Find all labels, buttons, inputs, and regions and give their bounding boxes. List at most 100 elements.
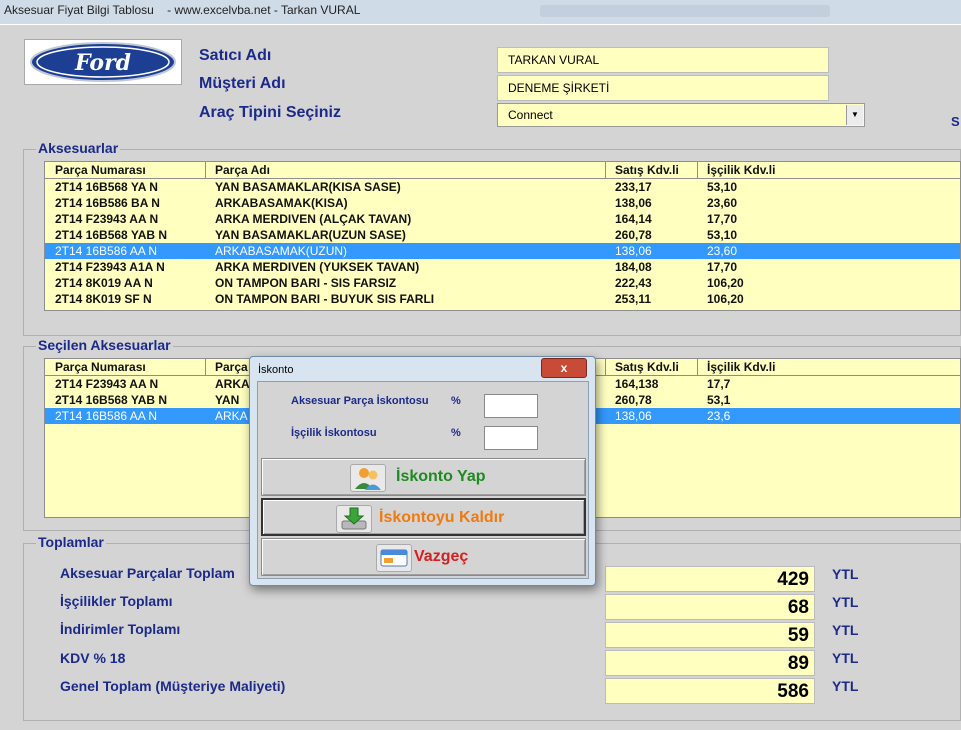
list-row[interactable]: 2T14 16B586 AA N ARKABASAMAK(UZUN) 138,06 2… [45,243,960,259]
list-cell: 53,10 [707,228,738,242]
satici-label: Satıcı Adı [199,47,272,64]
titlebar-blurred-area [540,5,830,17]
column-header: Satış Kdv.li [615,163,679,177]
total-label: KDV % 18 [60,650,126,666]
total-value: 68 [605,594,815,620]
list-cell: 2T14 16B568 YAB N [55,393,168,407]
total-unit: YTL [832,678,859,694]
logo-text: Ford [74,50,131,76]
list-cell: 17,70 [707,260,738,274]
iskontoyu-kaldir-label: İskontoyu Kaldır [379,509,505,526]
list-cell: YAN [215,393,240,407]
list-cell: 17,70 [707,212,738,226]
side-mark: S [951,114,960,129]
list-cell: 2T14 F23943 A1A N [55,260,165,274]
vazgec-label: Vazgeç [414,548,469,565]
column-header: Parça Numarası [55,360,146,374]
total-label: Genel Toplam (Müşteriye Maliyeti) [60,678,286,694]
arac-label: Araç Tipini Seçiniz [199,104,341,121]
list-row[interactable]: 2T14 F23943 A1A N ARKA MERDIVEN (YUKSEK T… [45,259,960,275]
list-cell: 222,43 [615,276,652,290]
list-cell: 23,60 [707,196,738,210]
dialog-title: İskonto [258,364,294,376]
column-separator [697,162,698,178]
arac-selected-value: Connect [508,108,553,122]
list-cell: ON TAMPON BARI - BUYUK SIS FARLI [215,292,435,306]
total-value: 59 [605,622,815,648]
column-header: İşçilik Kdv.li [707,163,776,177]
list-cell: ARKA MERDIVEN (YUKSEK TAVAN) [215,260,420,274]
parca-iskonto-input[interactable] [484,394,538,418]
list-cell: 138,06 [615,196,652,210]
list-cell: YAN BASAMAKLAR(UZUN SASE) [215,228,406,242]
list-row[interactable]: 2T14 16B568 YAB N YAN BASAMAKLAR(UZUN SAS… [45,227,960,243]
column-separator [205,359,206,375]
column-header: Parça [215,360,248,374]
users-icon [350,464,386,492]
list-row[interactable]: 2T14 8K019 SF N ON TAMPON BARI - BUYUK SI… [45,291,960,307]
list-row[interactable]: 2T14 16B568 YA N YAN BASAMAKLAR(KISA SASE… [45,179,960,195]
list-cell: 2T14 16B568 YA N [55,180,158,194]
aksesuarlar-caption: Aksesuarlar [36,140,121,156]
arac-combobox[interactable]: Connect ▼ [497,103,865,127]
total-label: İndirimler Toplamı [60,621,181,637]
list-cell: YAN BASAMAKLAR(KISA SASE) [215,180,401,194]
list-cell: 2T14 8K019 SF N [55,292,152,306]
total-unit: YTL [832,594,859,610]
list-cell: ARKABASAMAK(KISA) [215,196,348,210]
iskontoyu-kaldir-button[interactable]: İskontoyu Kaldır [261,498,586,536]
list-cell: 164,14 [615,212,652,226]
list-cell: 53,10 [707,180,738,194]
iscilik-iskonto-input[interactable] [484,426,538,450]
column-separator [205,162,206,178]
vazgec-button[interactable]: Vazgeç [261,538,586,576]
column-header: Parça Adı [215,163,270,177]
column-header: İşçilik Kdv.li [707,360,776,374]
close-button[interactable]: x [541,358,587,378]
list-cell: 53,1 [707,393,731,407]
list-cell: 184,08 [615,260,652,274]
iskonto-dialog: İskonto x Aksesuar Parça İskontosu % İşç… [249,356,596,586]
aksesuarlar-listbox[interactable]: Parça Numarası Parça Adı Satış Kdv.li İşçil… [44,161,961,311]
column-header: Parça Numarası [55,163,146,177]
parca-iskonto-label: Aksesuar Parça İskontosu [291,395,429,407]
list-cell: 260,78 [615,393,652,407]
ford-logo: Ford [24,39,182,85]
column-separator [605,359,606,375]
satici-input[interactable]: TARKAN VURAL [497,47,829,73]
list-row[interactable]: 2T14 16B586 BA N ARKABASAMAK(KISA) 138,06 2… [45,195,960,211]
list-cell: 2T14 16B568 YAB N [55,228,168,242]
total-value: 89 [605,650,815,676]
percent-label: % [451,395,461,407]
window-title: Aksesuar Fiyat Bilgi Tablosu - www.excel… [4,3,361,17]
toplamlar-caption: Toplamlar [36,534,106,550]
secilen-caption: Seçilen Aksesuarlar [36,337,173,353]
musteri-input[interactable]: DENEME ŞİRKETİ [497,75,829,101]
list-cell: 23,6 [707,409,731,423]
list-cell: 138,06 [615,244,652,258]
column-separator [605,162,606,178]
list-cell: 2T14 F23943 AA N [55,377,159,391]
list-cell: 17,7 [707,377,731,391]
column-separator [697,359,698,375]
list-row[interactable]: 2T14 F23943 AA N ARKA MERDIVEN (ALÇAK TAV… [45,211,960,227]
list-cell: 138,06 [615,409,652,423]
list-cell: 106,20 [707,292,744,306]
list-cell: 164,138 [615,377,659,391]
total-label: Aksesuar Parçalar Toplam [60,565,235,581]
list-cell: ARKABASAMAK(UZUN) [215,244,348,258]
list-cell: 2T14 16B586 AA N [55,244,158,258]
total-unit: YTL [832,650,859,666]
percent-label: % [451,427,461,439]
list-cell: 260,78 [615,228,652,242]
list-cell: 106,20 [707,276,744,290]
card-icon [376,544,412,572]
list-row[interactable]: 2T14 8K019 AA N ON TAMPON BARI - SIS FARS… [45,275,960,291]
iskonto-yap-button[interactable]: İskonto Yap [261,458,586,496]
total-unit: YTL [832,566,859,582]
total-value: 429 [605,566,815,592]
download-drive-icon [336,505,372,533]
chevron-down-icon[interactable]: ▼ [846,105,863,125]
list-cell: ON TAMPON BARI - SIS FARSIZ [215,276,397,290]
list-cell: 2T14 F23943 AA N [55,212,159,226]
